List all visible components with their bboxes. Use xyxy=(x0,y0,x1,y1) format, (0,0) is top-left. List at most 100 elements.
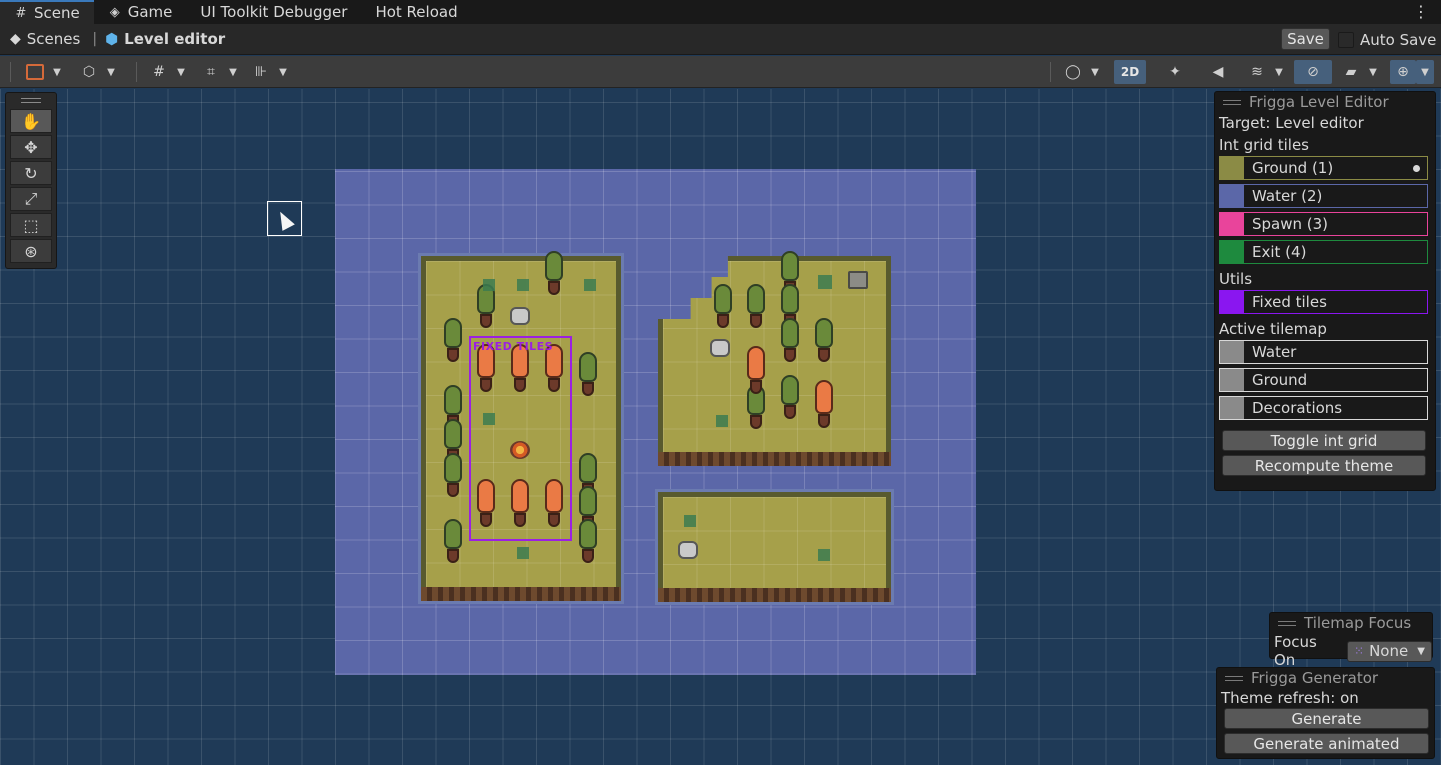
recompute-theme-button[interactable]: Recompute theme xyxy=(1222,455,1426,476)
autosave-checkbox[interactable] xyxy=(1338,32,1354,48)
generator-panel: Frigga Generator Theme refresh: on Gener… xyxy=(1216,667,1435,759)
tile-color-swatch xyxy=(1220,397,1244,419)
tree-sprite xyxy=(443,453,463,499)
snap-magnet-icon[interactable]: ⌗ xyxy=(198,60,224,84)
tools-overlay: ✋ ✥ ↻ ⤢ ⬚ ⊛ xyxy=(5,92,57,269)
chevron-down-icon[interactable]: ▼ xyxy=(1416,60,1434,84)
tab-game[interactable]: ◈ Game xyxy=(94,0,187,24)
grass-tuft-sprite xyxy=(684,515,696,527)
breadcrumb-separator: | xyxy=(92,31,98,47)
toolbar-separator xyxy=(1050,62,1051,82)
lighting-group: ✦ xyxy=(1162,60,1188,84)
tilemap-decorations[interactable]: Decorations xyxy=(1219,396,1428,420)
tilemap-ground[interactable]: Ground xyxy=(1219,368,1428,392)
rotate-tool-icon[interactable]: ↻ xyxy=(10,161,52,185)
tree-sprite xyxy=(746,284,766,330)
tab-hot-reload-label: Hot Reload xyxy=(375,3,458,21)
target-label: Target: Level editor xyxy=(1219,114,1364,132)
rect-tool-icon[interactable]: ⬚ xyxy=(10,213,52,237)
scene-visibility-icon[interactable]: ⊘ xyxy=(1294,60,1332,84)
scene-toolbar: ▼ ⬡ ▼ # ▼ ⌗ ▼ ⊪ ▼ ◯ ▼ 2D ✦ ◀ ≋ ▼ ⊘ ▰ ▼ ⊕… xyxy=(0,56,1441,88)
tool-handle-group: ▼ xyxy=(22,60,66,84)
grass-tuft-sprite xyxy=(818,549,830,561)
generate-button[interactable]: Generate xyxy=(1224,708,1429,729)
breadcrumb-scenes-label: Scenes xyxy=(26,30,81,48)
tilemap-name: Decorations xyxy=(1252,399,1343,417)
tilemap-focus-title: Tilemap Focus xyxy=(1304,614,1412,632)
grass-tuft-sprite xyxy=(483,279,495,291)
tab-game-label: Game xyxy=(127,3,173,21)
chevron-down-icon[interactable]: ▼ xyxy=(1364,60,1382,84)
global-cube-icon[interactable]: ⬡ xyxy=(76,60,102,84)
mode-2d-group: 2D xyxy=(1114,60,1146,84)
tile-color-swatch xyxy=(1220,341,1244,363)
move-tool-icon[interactable]: ✥ xyxy=(10,135,52,159)
chevron-down-icon[interactable]: ▼ xyxy=(102,60,120,84)
pivot-tool-icon[interactable] xyxy=(22,60,48,84)
tab-ui-toolkit-debugger[interactable]: UI Toolkit Debugger xyxy=(186,0,361,24)
grass-tuft-sprite xyxy=(716,415,728,427)
focus-on-dropdown[interactable]: ⁙ None ▼ xyxy=(1347,640,1432,662)
effects-layers-icon[interactable]: ≋ xyxy=(1244,60,1270,84)
ruler-icon[interactable]: ⊪ xyxy=(248,60,274,84)
chevron-down-icon[interactable]: ▼ xyxy=(224,60,242,84)
grip-icon xyxy=(1278,620,1296,626)
gizmos-group: ⊕ ▼ xyxy=(1390,60,1434,84)
scale-tool-icon[interactable]: ⤢ xyxy=(10,187,52,211)
tree-sprite xyxy=(544,251,564,297)
signpost-sprite xyxy=(848,271,868,289)
gizmos-icon[interactable]: ⊕ xyxy=(1390,60,1416,84)
theme-refresh-status: Theme refresh: on xyxy=(1221,688,1359,707)
overlay-grip[interactable] xyxy=(6,93,56,107)
camera-group: ▰ ▼ xyxy=(1338,60,1382,84)
tree-sprite xyxy=(713,284,733,330)
util-fixed-tiles[interactable]: Fixed tiles xyxy=(1219,290,1428,314)
ruler-group: ⊪ ▼ xyxy=(248,60,292,84)
focus-row: Focus On ⁙ None ▼ xyxy=(1270,633,1432,669)
tab-bar: # Scene ◈ Game UI Toolkit Debugger Hot R… xyxy=(0,0,1441,24)
chevron-down-icon[interactable]: ▼ xyxy=(274,60,292,84)
toggle-int-grid-button[interactable]: Toggle int grid xyxy=(1222,430,1426,451)
autosave-toggle[interactable]: Auto Save xyxy=(1338,31,1436,49)
tile-name: Water (2) xyxy=(1252,187,1323,205)
fixed-tiles-label: FIXED TILES xyxy=(473,340,554,353)
lighting-icon[interactable]: ✦ xyxy=(1162,60,1188,84)
tile-name: Spawn (3) xyxy=(1252,215,1329,233)
visibility-group: ⊘ xyxy=(1294,60,1332,84)
grid-snap-icon[interactable]: # xyxy=(146,60,172,84)
toggle-2d-button[interactable]: 2D xyxy=(1114,60,1146,84)
tilemap-focus-header[interactable]: Tilemap Focus xyxy=(1270,613,1432,633)
bush-sprite xyxy=(818,275,832,289)
transform-tool-icon[interactable]: ⊛ xyxy=(10,239,52,263)
int-grid-tile-spawn[interactable]: Spawn (3) xyxy=(1219,212,1428,236)
tilemap-name: Ground xyxy=(1252,371,1308,389)
grip-icon xyxy=(1225,675,1243,681)
tree-sprite xyxy=(443,519,463,565)
int-grid-tile-exit[interactable]: Exit (4) xyxy=(1219,240,1428,264)
tilemap-focus-panel: Tilemap Focus Focus On ⁙ None ▼ xyxy=(1269,612,1433,669)
int-grid-section-label: Int grid tiles xyxy=(1219,136,1309,154)
hand-tool-icon[interactable]: ✋ xyxy=(10,109,52,133)
tab-scene[interactable]: # Scene xyxy=(0,0,94,24)
generate-animated-button[interactable]: Generate animated xyxy=(1224,733,1429,754)
chevron-down-icon[interactable]: ▼ xyxy=(1270,60,1288,84)
chevron-down-icon[interactable]: ▼ xyxy=(172,60,190,84)
chevron-down-icon[interactable]: ▼ xyxy=(1086,60,1104,84)
more-options-icon[interactable]: ⋮ xyxy=(1413,2,1429,21)
tree-sprite xyxy=(443,318,463,364)
shading-mode-icon[interactable]: ◯ xyxy=(1060,60,1086,84)
selected-dot-icon xyxy=(1413,165,1420,172)
chevron-down-icon[interactable]: ▼ xyxy=(48,60,66,84)
breadcrumb-current[interactable]: ⬢ Level editor xyxy=(105,30,225,48)
int-grid-tile-water[interactable]: Water (2) xyxy=(1219,184,1428,208)
level-editor-header[interactable]: Frigga Level Editor xyxy=(1215,92,1435,112)
tab-hot-reload[interactable]: Hot Reload xyxy=(361,0,471,24)
generator-header[interactable]: Frigga Generator xyxy=(1217,668,1434,688)
chevron-down-icon: ▼ xyxy=(1417,645,1425,657)
breadcrumb-scenes[interactable]: ◆ Scenes xyxy=(0,30,80,48)
audio-mute-icon[interactable]: ◀ xyxy=(1205,60,1231,84)
tilemap-water[interactable]: Water xyxy=(1219,340,1428,364)
int-grid-tile-ground[interactable]: Ground (1) xyxy=(1219,156,1428,180)
camera-icon[interactable]: ▰ xyxy=(1338,60,1364,84)
save-button[interactable]: Save xyxy=(1281,28,1330,50)
